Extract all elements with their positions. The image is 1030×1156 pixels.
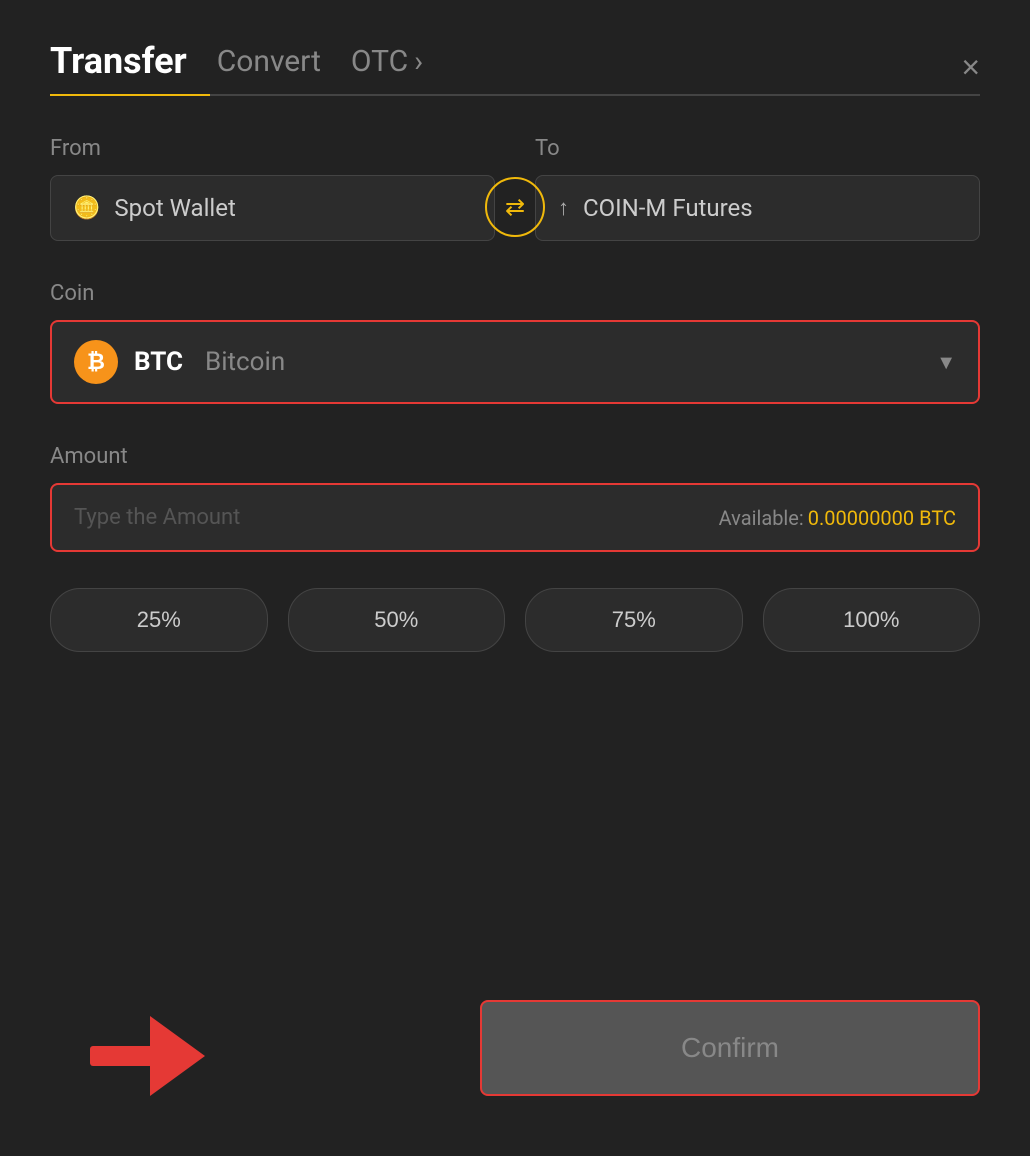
- pct-50-button[interactable]: 50%: [288, 588, 506, 652]
- pct-100-button[interactable]: 100%: [763, 588, 981, 652]
- coin-section: Coin ₿ BTC Bitcoin ▼: [50, 281, 980, 404]
- amount-section: Amount Type the Amount Available: 0.0000…: [50, 444, 980, 552]
- from-section: From 🪙 Spot Wallet: [50, 136, 495, 241]
- from-label: From: [50, 136, 495, 161]
- percentage-row: 25% 50% 75% 100%: [50, 588, 980, 652]
- confirm-button[interactable]: Confirm: [480, 1000, 980, 1096]
- available-value: 0.00000000 BTC: [808, 506, 956, 530]
- coin-name: Bitcoin: [205, 347, 285, 377]
- coin-label: Coin: [50, 281, 980, 306]
- coin-dropdown[interactable]: ₿ BTC Bitcoin ▼: [50, 320, 980, 404]
- coin-symbol: BTC: [134, 347, 183, 377]
- from-wallet-name: Spot Wallet: [114, 194, 235, 222]
- to-wallet-selector[interactable]: ↑ COIN-M Futures: [535, 175, 980, 241]
- tab-transfer[interactable]: Transfer: [50, 40, 187, 94]
- wallet-icon: 🪙: [73, 196, 100, 221]
- swap-arrows-icon: ⇄: [505, 193, 525, 221]
- tab-convert[interactable]: Convert: [217, 44, 321, 91]
- futures-icon: ↑: [558, 195, 569, 221]
- btc-icon: ₿: [74, 340, 118, 384]
- transfer-modal: Transfer Convert OTC › × From 🪙 Spot Wal…: [0, 0, 1030, 1156]
- modal-header: Transfer Convert OTC › ×: [50, 40, 980, 94]
- close-button[interactable]: ×: [961, 51, 980, 83]
- pct-25-button[interactable]: 25%: [50, 588, 268, 652]
- to-wallet-name: COIN-M Futures: [583, 194, 753, 222]
- to-section: To ↑ COIN-M Futures: [535, 136, 980, 241]
- swap-button[interactable]: ⇄: [485, 177, 545, 237]
- tab-divider: [50, 94, 980, 96]
- available-label: Available:: [719, 506, 804, 530]
- arrow-indicator: [90, 1016, 205, 1096]
- amount-box: Type the Amount Available: 0.00000000 BT…: [50, 483, 980, 552]
- chevron-down-icon: ▼: [936, 350, 956, 375]
- pct-75-button[interactable]: 75%: [525, 588, 743, 652]
- amount-label: Amount: [50, 444, 980, 469]
- to-label: To: [535, 136, 980, 161]
- from-wallet-selector[interactable]: 🪙 Spot Wallet: [50, 175, 495, 241]
- amount-placeholder: Type the Amount: [74, 505, 240, 530]
- tab-otc[interactable]: OTC ›: [351, 44, 423, 91]
- from-to-row: From 🪙 Spot Wallet ⇄ To ↑ COIN-M Futures: [50, 136, 980, 241]
- bottom-area: Confirm: [50, 1000, 980, 1096]
- available-display: Available: 0.00000000 BTC: [719, 506, 956, 530]
